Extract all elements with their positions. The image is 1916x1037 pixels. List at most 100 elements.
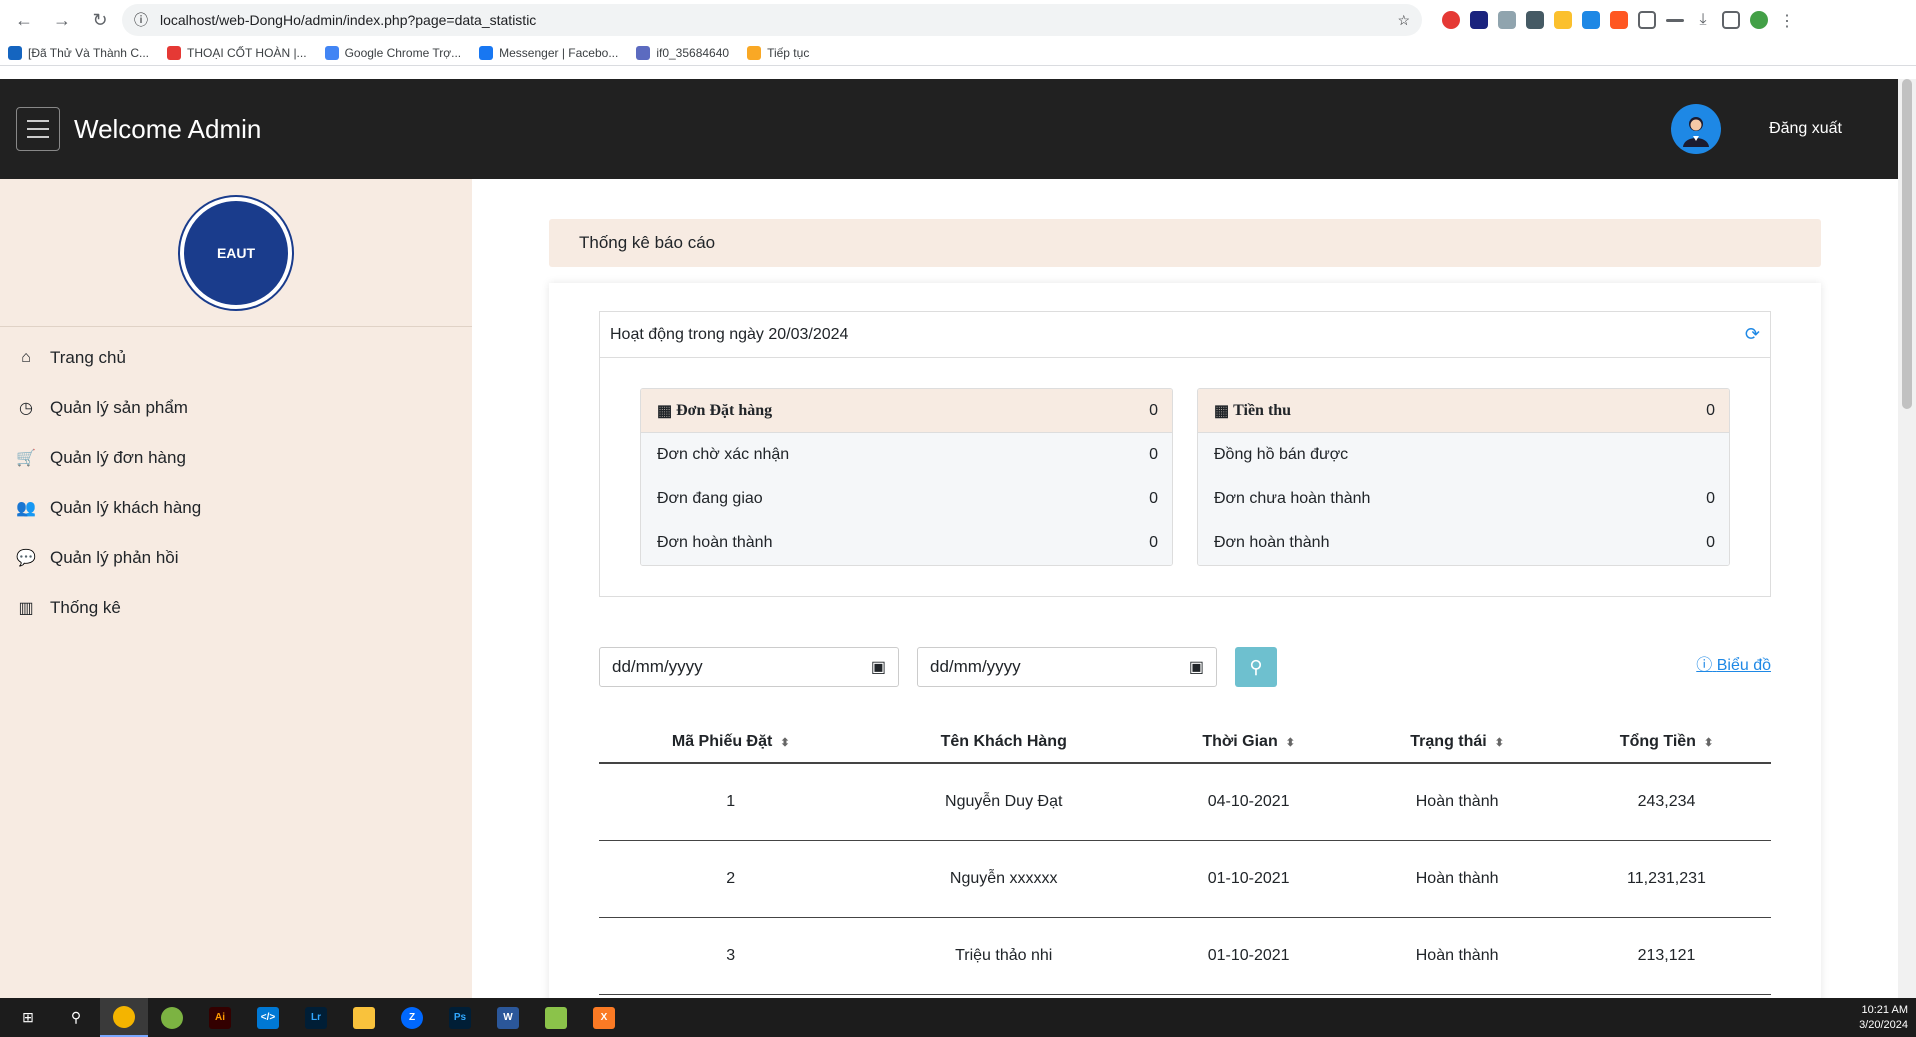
app-taskbar-icon[interactable] [532,998,580,1037]
logout-link[interactable]: Đăng xuất [1769,120,1842,138]
photoshop-taskbar-icon[interactable]: Ps [436,998,484,1037]
sidebar-item-4[interactable]: 👥 Quản lý khách hàng [0,483,472,533]
side-panel-icon[interactable] [1722,11,1740,29]
sort-icon[interactable]: ⬍ [1495,737,1504,749]
search-button[interactable]: ⚲ [1235,647,1277,687]
profile-avatar-icon[interactable] [1750,11,1768,29]
summary-row: Đơn chờ xác nhận 0 [641,433,1172,477]
shield-extension-icon[interactable] [1498,11,1516,29]
sidebar-item-1[interactable]: ⌂ Trang chủ [0,333,472,383]
extension-icon[interactable] [1526,11,1544,29]
sort-icon[interactable]: ⬍ [1286,737,1295,749]
table-row[interactable]: 2 Nguyễn xxxxxx 01-10-2021 Hoàn thành 11,231… [599,840,1771,918]
opera-extension-icon[interactable] [1442,11,1460,29]
table-cell: Nguyễn xxxxxx [862,840,1146,918]
page-scrollbar[interactable] [1898,79,1916,998]
sidebar-menu: ⌂ Trang chủ ◷ Quản lý sản phẩm 🛒 Quản lý đơn … [0,327,472,633]
clock-time: 10:21 AM [1861,1003,1908,1016]
chart-link[interactable]: ⓘ Biểu đồ [1696,651,1771,675]
bookmark-favicon-icon [8,45,22,60]
bookmark-item[interactable]: Tiếp tục [747,45,809,60]
page-viewport: Welcome Admin Đăng xuất EAUT ⌂ Trang chủ ◷… [0,79,1898,998]
table-row[interactable]: 1 Nguyễn Duy Đạt 04-10-2021 Hoàn thành 243,2… [599,763,1771,841]
xampp-taskbar-icon[interactable]: X [580,998,628,1037]
translate-extension-icon[interactable] [1582,11,1600,29]
kebab-menu-icon[interactable]: ⋮ [1778,11,1796,30]
summary-value: 0 [1706,490,1715,507]
summary-value: 0 [1149,490,1158,507]
date-to-input[interactable]: dd/mm/yyyy ▣ [917,647,1217,687]
forward-icon[interactable]: → [46,4,78,36]
vscode-taskbar-icon[interactable]: </> [244,998,292,1037]
address-bar[interactable]: ⓘ localhost/web-DongHo/admin/index.php?p… [122,4,1422,36]
app-taskbar-icon[interactable] [148,998,196,1037]
back-icon[interactable]: ← [8,4,40,36]
info-icon: ⓘ [1696,657,1713,674]
table-row[interactable]: 3 Triệu thảo nhi 01-10-2021 Hoàn thành 213,1… [599,917,1771,995]
scrollbar-thumb[interactable] [1902,79,1912,409]
bookmark-item[interactable]: Google Chrome Trợ... [324,45,461,60]
extensions-area: ⤓ ⋮ [1442,11,1796,30]
illustrator-taskbar-icon[interactable]: Ai [196,998,244,1037]
date-filter: dd/mm/yyyy ▣ dd/mm/yyyy ▣ ⚲ ⓘ Biểu đồ [599,647,1771,687]
column-header-label: Trạng thái [1410,732,1487,750]
extension-icon[interactable] [1470,11,1488,29]
sidebar-item-6[interactable]: ▥ Thống kê [0,583,472,633]
browser-toolbar: ← → ↻ ⓘ localhost/web-DongHo/admin/index… [0,0,1916,40]
admin-header: Welcome Admin Đăng xuất [0,79,1898,179]
column-header[interactable]: Mã Phiếu Đặt ⬍ [599,721,863,764]
zalo-taskbar-icon[interactable]: Z [388,998,436,1037]
university-logo[interactable]: EAUT [180,196,292,309]
system-clock[interactable]: 10:21 AM 3/20/2024 [1859,1003,1908,1033]
bookmark-favicon-icon [747,45,762,60]
sidebar-item-2[interactable]: ◷ Quản lý sản phẩm [0,383,472,433]
column-header[interactable]: Trạng thái ⬍ [1352,721,1562,764]
table-cell: 11,231,231 [1561,840,1771,918]
puzzle-icon[interactable] [1638,11,1656,29]
bookmark-favicon-icon [166,45,181,60]
date-from-input[interactable]: dd/mm/yyyy ▣ [599,647,899,687]
site-info-icon[interactable]: ⓘ [134,10,148,30]
file-explorer-taskbar-icon[interactable] [340,998,388,1037]
search-icon[interactable]: ⚲ [52,998,100,1037]
bookmark-star-icon[interactable]: ☆ [1397,12,1410,29]
column-header[interactable]: Tổng Tiền ⬍ [1561,721,1771,764]
table-cell: Triệu thảo nhi [862,917,1146,995]
bookmark-item[interactable]: Messenger | Facebo... [479,45,618,60]
orders-summary-title: Đơn Đặt hàng [676,401,773,419]
sidebar-item-5[interactable]: 💬 Quản lý phản hồi [0,533,472,583]
extension-icon[interactable] [1554,11,1572,29]
word-taskbar-icon[interactable]: W [484,998,532,1037]
playlist-icon[interactable] [1666,18,1684,22]
summary-value: 0 [1149,446,1158,463]
url-text[interactable]: localhost/web-DongHo/admin/index.php?pag… [160,12,1385,28]
extension-icon[interactable] [1610,11,1628,29]
summary-label: Đơn hoàn thành [657,534,773,551]
bookmark-label: [Đã Thử Và Thành C... [28,45,149,60]
user-avatar-icon [1683,117,1710,147]
refresh-icon[interactable]: ⟳ [1745,324,1760,345]
download-icon[interactable]: ⤓ [1694,11,1712,29]
bookmark-item[interactable]: if0_35684640 [636,45,729,60]
calendar-icon[interactable]: ▣ [871,657,886,677]
lightroom-taskbar-icon[interactable]: Lr [292,998,340,1037]
column-header-label: Mã Phiếu Đặt [671,732,773,750]
reload-icon[interactable]: ↻ [84,4,116,36]
windows-start-icon[interactable]: ⊞ [4,998,52,1037]
sidebar-item-label: Trang chủ [50,348,126,367]
hamburger-menu-icon[interactable] [16,107,60,151]
home-icon: ⌂ [21,349,31,366]
sidebar-item-3[interactable]: 🛒 Quản lý đơn hàng [0,433,472,483]
bookmark-item[interactable]: [Đã Thử Và Thành C... [8,45,149,60]
sidebar: EAUT ⌂ Trang chủ ◷ Quản lý sản phẩm 🛒 Quản lý… [0,179,472,998]
calculator-icon: ▦ [657,402,673,420]
calendar-icon[interactable]: ▣ [1189,657,1204,677]
chrome-taskbar-icon[interactable] [100,998,148,1037]
bookmark-item[interactable]: THOẠI CỐT HOÀN |... [166,45,307,60]
admin-avatar[interactable] [1671,104,1722,154]
orders-summary-header: ▦ Đơn Đặt hàng 0 [641,389,1172,433]
sort-icon[interactable]: ⬍ [1704,737,1713,749]
column-header[interactable]: Thời Gian ⬍ [1145,721,1353,764]
daily-activity-panel: Hoạt động trong ngày 20/03/2024 ⟳ ▦ Đơn … [599,311,1771,597]
sort-icon[interactable]: ⬍ [780,737,789,749]
